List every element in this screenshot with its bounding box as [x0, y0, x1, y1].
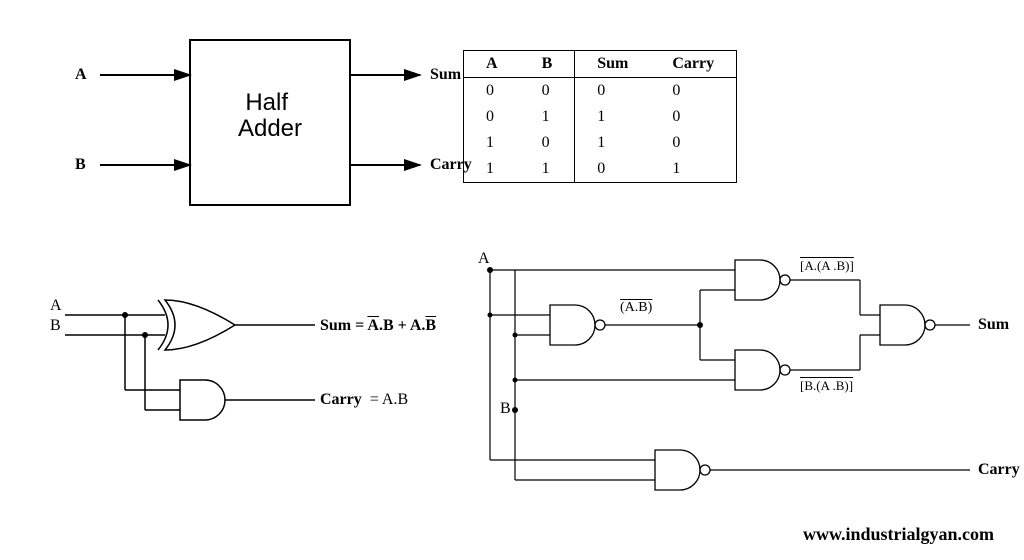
- table-cell: 0: [575, 156, 651, 183]
- nand-circuit: [460, 240, 1000, 560]
- nand-gate-icon: [655, 450, 700, 490]
- table-cell: 1: [464, 130, 520, 156]
- table-cell: 1: [520, 156, 575, 183]
- nand-label-b: B: [500, 400, 511, 418]
- table-cell: 0: [650, 104, 736, 130]
- table-cell: 0: [575, 78, 651, 105]
- table-cell: 0: [464, 104, 520, 130]
- table-row: 1101: [464, 156, 737, 183]
- nand-label-a: A: [478, 250, 490, 268]
- block-label-a: A: [75, 66, 87, 84]
- nand-mid-expr: (A.B): [620, 300, 652, 316]
- nand-carry-label: Carry: [978, 461, 1020, 479]
- table-row: 0000: [464, 78, 737, 105]
- table-header: B: [520, 51, 575, 78]
- table-cell: 0: [520, 130, 575, 156]
- xor-back-curve: [158, 300, 168, 350]
- table-cell: 1: [464, 156, 520, 183]
- table-cell: 1: [650, 156, 736, 183]
- nand-bot-expr: [B.(A .B)]: [800, 378, 853, 394]
- nand-gate-icon: [735, 350, 780, 390]
- node: [513, 333, 518, 338]
- not-bubble: [595, 320, 605, 330]
- xor-gate-icon: [165, 300, 235, 350]
- truth-table: ABSumCarry 0000011010101101: [463, 50, 737, 183]
- block-label-b: B: [75, 156, 86, 174]
- table-cell: 0: [464, 78, 520, 105]
- not-bubble: [925, 320, 935, 330]
- table-cell: 1: [575, 104, 651, 130]
- table-cell: 1: [575, 130, 651, 156]
- block-label-sum: Sum: [430, 66, 461, 84]
- block-diagram: Half Adder: [40, 30, 440, 240]
- not-bubble: [780, 275, 790, 285]
- node: [513, 378, 518, 383]
- node: [488, 313, 493, 318]
- xor-label-b: B: [50, 317, 61, 335]
- node: [512, 407, 518, 413]
- table-header: Sum: [575, 51, 651, 78]
- table-cell: 0: [520, 78, 575, 105]
- not-bubble: [780, 365, 790, 375]
- table-row: 1010: [464, 130, 737, 156]
- and-gate-icon: [180, 380, 225, 420]
- table-header: Carry: [650, 51, 736, 78]
- not-bubble: [700, 465, 710, 475]
- xor-sum-label: Sum = A.B + A.B: [320, 317, 436, 335]
- table-cell: 0: [650, 78, 736, 105]
- block-title: Half Adder: [238, 89, 302, 142]
- nand-gate-icon: [880, 305, 925, 345]
- nand-sum-label: Sum: [978, 316, 1009, 334]
- table-header: A: [464, 51, 520, 78]
- table-row: 0110: [464, 104, 737, 130]
- table-cell: 0: [650, 130, 736, 156]
- nand-gate-icon: [550, 305, 595, 345]
- xor-carry-label: Carry = A.B: [320, 391, 408, 409]
- nand-gate-icon: [735, 260, 780, 300]
- watermark: www.industrialgyan.com: [803, 524, 994, 545]
- xor-label-a: A: [50, 297, 62, 315]
- table-cell: 1: [520, 104, 575, 130]
- nand-top-expr: [A.(A .B)]: [800, 258, 854, 274]
